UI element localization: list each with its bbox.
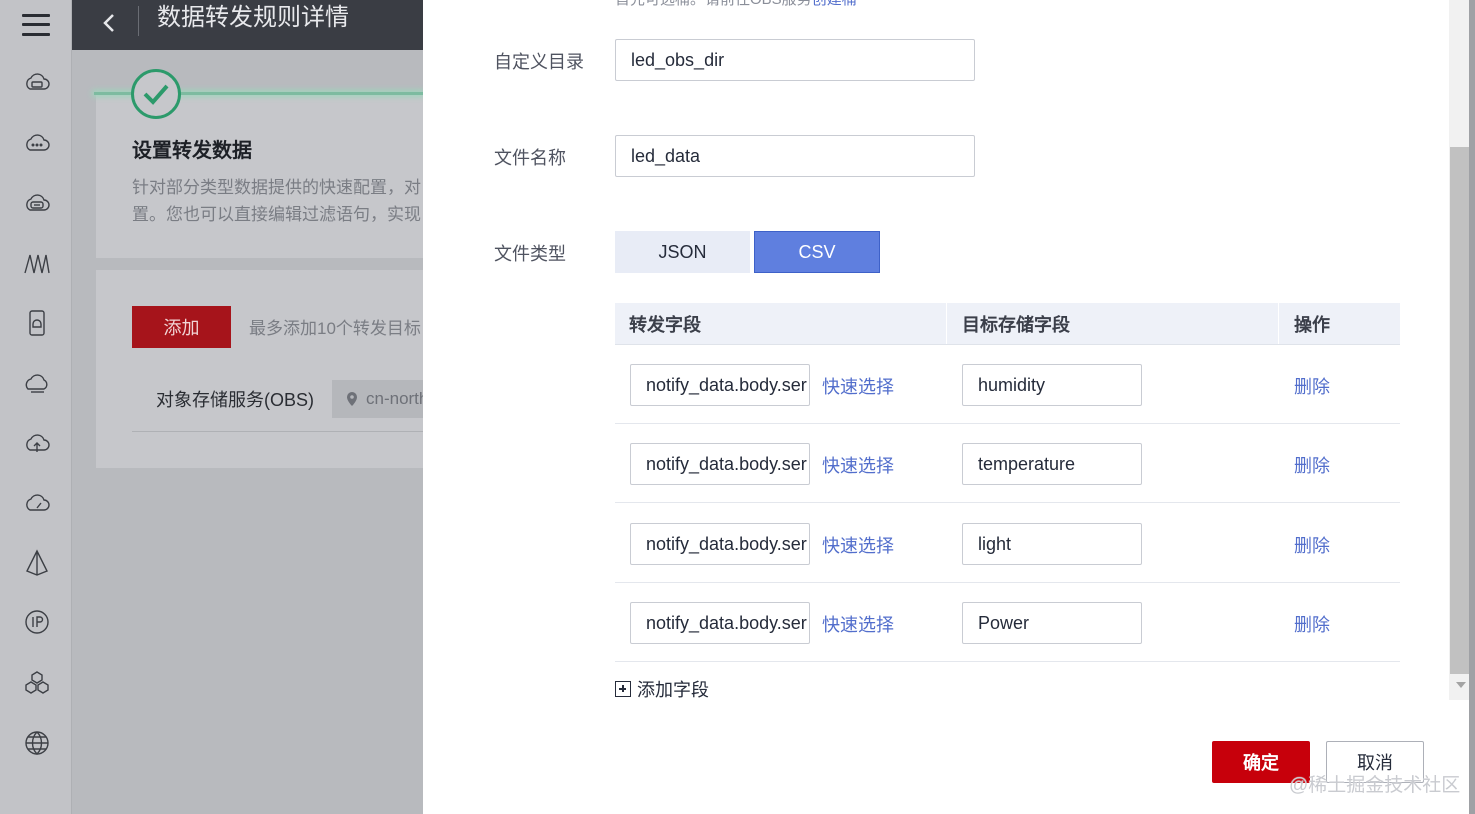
file-type-json-option[interactable]: JSON: [615, 231, 750, 273]
waveform-icon[interactable]: [22, 249, 52, 279]
cloud-dots-icon[interactable]: [22, 129, 52, 159]
cloud-layers-icon[interactable]: [22, 369, 52, 399]
scroll-down-arrow-icon[interactable]: [1456, 682, 1466, 688]
cloud-gauge-icon[interactable]: [22, 489, 52, 519]
source-field-input[interactable]: [630, 602, 810, 644]
region-value: cn-north: [366, 389, 423, 408]
add-field-button[interactable]: 添加字段: [615, 676, 709, 702]
delete-row-link[interactable]: 删除: [1294, 373, 1330, 399]
custom-dir-input[interactable]: [615, 39, 975, 81]
step-check-icon: [131, 69, 181, 119]
top-bar: 数据转发规则详情: [72, 0, 423, 50]
scrollbar-thumb[interactable]: [1450, 147, 1470, 674]
cloud-server-icon[interactable]: [22, 69, 52, 99]
delete-row-link[interactable]: 删除: [1294, 532, 1330, 558]
globe-icon[interactable]: [22, 728, 52, 758]
pyramid-icon[interactable]: [22, 548, 52, 578]
cluster-icon[interactable]: [22, 668, 52, 698]
back-button[interactable]: [98, 8, 120, 38]
column-actions: 操作: [1294, 314, 1330, 335]
file-name-input[interactable]: [615, 135, 975, 177]
obs-config-drawer: 首先可选桶。请前往OBS服务创建桶 自定义目录 文件名称 文件类型 JSON C…: [423, 0, 1475, 814]
chevron-left-icon: [103, 14, 114, 32]
quick-select-link[interactable]: 快速选择: [822, 452, 894, 478]
source-field-input[interactable]: [630, 364, 810, 406]
delete-row-link[interactable]: 删除: [1294, 452, 1330, 478]
page-title: 数据转发规则详情: [157, 4, 349, 31]
window-edge: [1469, 0, 1475, 814]
add-target-button[interactable]: 添加: [132, 306, 231, 348]
watermark: @稀土掘金技术社区: [1289, 775, 1461, 796]
quick-select-link[interactable]: 快速选择: [822, 373, 894, 399]
field-mapping-table-header: 转发字段 目标存储字段 操作: [615, 303, 1400, 345]
table-row: 快速选择 删除: [615, 424, 1400, 503]
create-bucket-link[interactable]: 创建桶: [812, 0, 857, 8]
cloud-upload-icon[interactable]: [22, 429, 52, 459]
obs-target-label: 对象存储服务(OBS): [156, 390, 315, 410]
obs-row-divider: [132, 431, 423, 432]
location-pin-icon: [347, 392, 357, 406]
column-separator: [1278, 303, 1279, 344]
region-selector[interactable]: cn-north: [332, 380, 423, 418]
custom-dir-label: 自定义目录: [494, 52, 584, 72]
side-nav: [0, 0, 72, 814]
delete-row-link[interactable]: 删除: [1294, 611, 1330, 637]
step-description: 针对部分类型数据提供的快速配置，对 置。您也可以直接编辑过滤语句，实现: [132, 178, 421, 224]
target-field-input[interactable]: [962, 523, 1142, 565]
header-divider: [138, 6, 139, 36]
target-field-input[interactable]: [962, 443, 1142, 485]
column-separator: [946, 303, 947, 344]
file-type-csv-option[interactable]: CSV: [754, 231, 880, 273]
column-source-field: 转发字段: [629, 314, 701, 335]
table-row: 快速选择 删除: [615, 345, 1400, 424]
targets-panel: [96, 270, 423, 468]
target-field-input[interactable]: [962, 364, 1142, 406]
source-field-input[interactable]: [630, 523, 810, 565]
plus-square-icon: [615, 681, 631, 697]
file-type-label: 文件类型: [494, 244, 566, 264]
column-target-field: 目标存储字段: [962, 314, 1070, 335]
hamburger-icon: [21, 14, 50, 36]
quick-select-link[interactable]: 快速选择: [822, 611, 894, 637]
target-field-input[interactable]: [962, 602, 1142, 644]
bucket-hint: 首先可选桶。请前往OBS服务创建桶: [615, 0, 857, 9]
menu-button[interactable]: [0, 0, 71, 50]
add-target-hint: 最多添加10个转发目标: [249, 319, 421, 338]
table-row: 快速选择 删除: [615, 583, 1400, 662]
device-icon[interactable]: [22, 308, 52, 338]
step-title: 设置转发数据: [132, 140, 252, 162]
add-field-label: 添加字段: [637, 680, 709, 700]
table-row: 快速选择 删除: [615, 504, 1400, 583]
quick-select-link[interactable]: 快速选择: [822, 532, 894, 558]
cloud-storage-icon[interactable]: [22, 189, 52, 219]
file-name-label: 文件名称: [494, 148, 566, 168]
source-field-input[interactable]: [630, 443, 810, 485]
ip-icon[interactable]: [22, 607, 52, 637]
